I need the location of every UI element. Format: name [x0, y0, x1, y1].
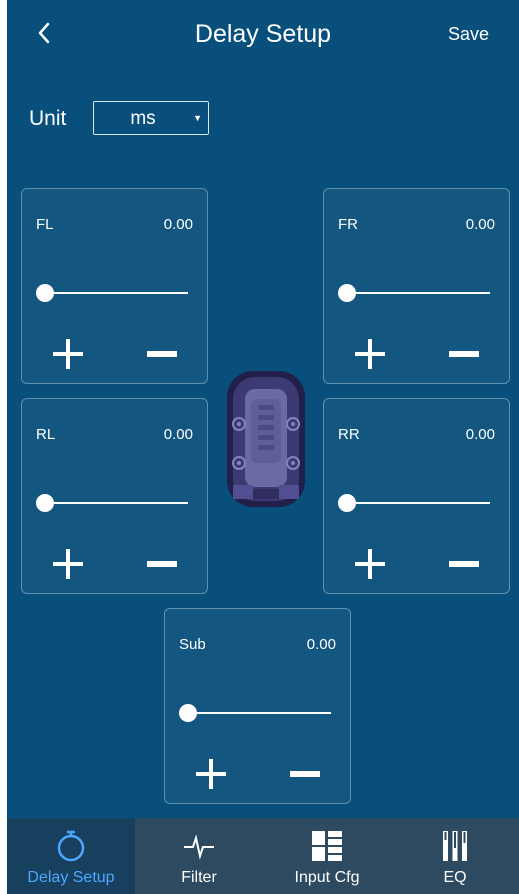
channel-name: FR — [338, 216, 358, 233]
channel-value: 0.00 — [163, 216, 193, 233]
nav-item-eq[interactable]: EQ — [391, 818, 519, 894]
decrease-button-rl[interactable] — [144, 546, 180, 582]
nav-label: Input Cfg — [294, 869, 360, 886]
delay-slider-fr[interactable] — [338, 280, 490, 306]
waveform-icon — [184, 834, 214, 860]
nav-item-input-cfg[interactable]: Input Cfg — [263, 818, 391, 894]
channel-name: FL — [36, 216, 54, 233]
page-title: Delay Setup — [194, 20, 332, 48]
slider-track — [348, 292, 490, 294]
slider-thumb[interactable] — [338, 284, 356, 302]
increase-button-sub[interactable] — [193, 756, 229, 792]
slider-thumb[interactable] — [338, 494, 356, 512]
increase-button-rl[interactable] — [50, 546, 86, 582]
delay-slider-rr[interactable] — [338, 490, 490, 516]
slider-thumb[interactable] — [36, 284, 54, 302]
grid-icon — [312, 831, 342, 861]
decrease-button-fl[interactable] — [144, 336, 180, 372]
channel-panel-sub: Sub 0.00 — [164, 608, 351, 804]
slider-track — [348, 502, 490, 504]
nav-item-filter[interactable]: Filter — [135, 818, 263, 894]
channel-panel-rr: RR 0.00 — [323, 398, 510, 594]
channel-value: 0.00 — [306, 636, 336, 653]
decrease-button-sub[interactable] — [287, 756, 323, 792]
delay-slider-fl[interactable] — [36, 280, 188, 306]
channel-panel-rl: RL 0.00 — [21, 398, 208, 594]
unit-label: Unit — [29, 107, 67, 130]
channel-name: Sub — [179, 636, 206, 653]
caret-down-icon: ▼ — [193, 113, 202, 123]
channel-panel-fr: FR 0.00 — [323, 188, 510, 384]
slider-track — [46, 292, 188, 294]
increase-button-fl[interactable] — [50, 336, 86, 372]
nav-item-delay-setup[interactable]: Delay Setup — [7, 818, 135, 894]
channel-name: RL — [36, 426, 56, 443]
nav-label: Delay Setup — [27, 869, 115, 886]
delay-slider-rl[interactable] — [36, 490, 188, 516]
unit-select[interactable]: ms ▼ — [93, 101, 209, 135]
nav-label: EQ — [443, 869, 467, 886]
slider-track — [46, 502, 188, 504]
equalizer-icon — [443, 831, 467, 861]
delay-slider-sub[interactable] — [179, 700, 331, 726]
save-button[interactable]: Save — [448, 24, 489, 45]
nav-label: Filter — [181, 869, 217, 886]
slider-thumb[interactable] — [179, 704, 197, 722]
slider-track — [189, 712, 331, 714]
channel-value: 0.00 — [465, 426, 495, 443]
bottom-nav: Delay Setup Filter Input Cfg EQ — [7, 818, 519, 894]
stopwatch-icon — [57, 830, 85, 862]
decrease-button-rr[interactable] — [446, 546, 482, 582]
car-top-view-icon — [227, 371, 305, 507]
slider-thumb[interactable] — [36, 494, 54, 512]
channel-name: RR — [338, 426, 360, 443]
decrease-button-fr[interactable] — [446, 336, 482, 372]
increase-button-fr[interactable] — [352, 336, 388, 372]
unit-select-value: ms — [130, 108, 156, 129]
delay-setup-screen: Delay Setup Save Unit ms ▼ FL 0.00 FR 0.… — [7, 0, 519, 894]
channel-value: 0.00 — [465, 216, 495, 233]
increase-button-rr[interactable] — [352, 546, 388, 582]
channel-value: 0.00 — [163, 426, 193, 443]
channel-panel-fl: FL 0.00 — [21, 188, 208, 384]
